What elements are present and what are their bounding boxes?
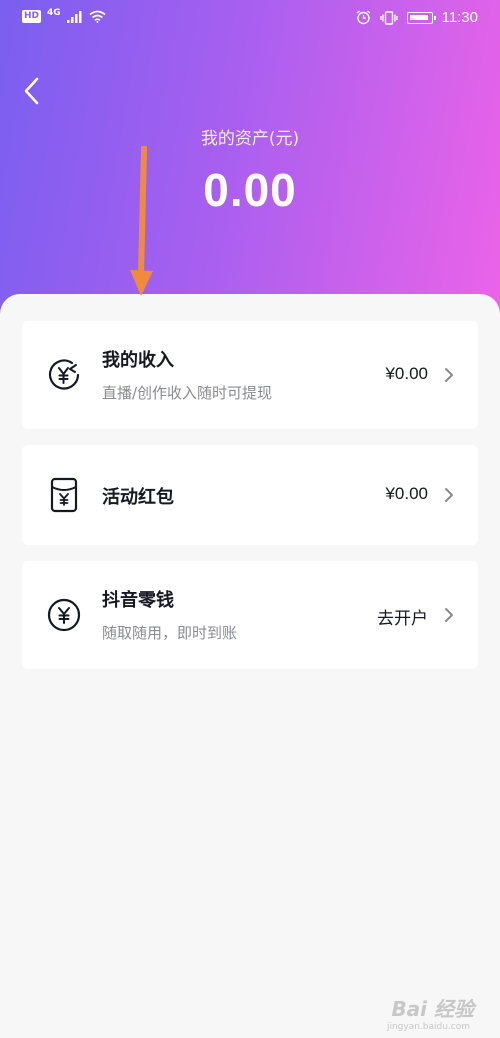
wallet-subtitle: 随取随用，即时到账 [102,624,238,642]
content-sheet: 我的收入 直播/创作收入随时可提现 ¥0.00 活动红包 ¥0.00 抖音零钱 … [0,294,500,1038]
yen-return-icon [48,359,80,390]
income-card[interactable]: 我的收入 直播/创作收入随时可提现 ¥0.00 [22,321,478,429]
wifi-icon [89,10,106,23]
annotation-arrow-icon [130,146,153,296]
wallet-title: 抖音零钱 [102,590,174,611]
asset-label: 我的资产(元) [200,129,300,149]
income-title: 我的收入 [102,350,174,371]
red-packet-icon [50,477,78,513]
income-subtitle: 直播/创作收入随时可提现 [102,384,273,402]
open-account-link[interactable]: 去开户 [377,604,428,629]
income-value: ¥0.00 [385,364,428,383]
asset-value: 0.00 [203,164,297,216]
network-type: 4G [47,7,61,18]
alarm-icon [356,10,370,25]
battery-icon [406,11,436,24]
hd-badge: HD [22,10,42,23]
status-bar: HD 4G 11:30 [0,0,500,38]
red-packet-card[interactable]: 活动红包 ¥0.00 [22,445,478,545]
red-packet-value: ¥0.00 [385,484,428,503]
header-banner: HD 4G 11:30 我的资产(元) 0.00 [0,0,500,330]
red-packet-title: 活动红包 [102,487,174,508]
back-chevron-icon[interactable] [18,74,48,108]
wallet-card[interactable]: 抖音零钱 随取随用，即时到账 去开户 [22,561,478,669]
watermark-logo: Bai 经验 [391,997,474,1021]
chevron-right-icon [445,488,453,502]
vibrate-icon [379,10,398,25]
chevron-right-icon [445,368,453,382]
signal-icon [66,10,82,23]
watermark-url: jingyan.baidu.com [386,1022,470,1032]
chevron-right-icon [445,608,453,622]
yen-circle-icon [47,598,81,632]
status-time: 11:30 [441,9,478,26]
